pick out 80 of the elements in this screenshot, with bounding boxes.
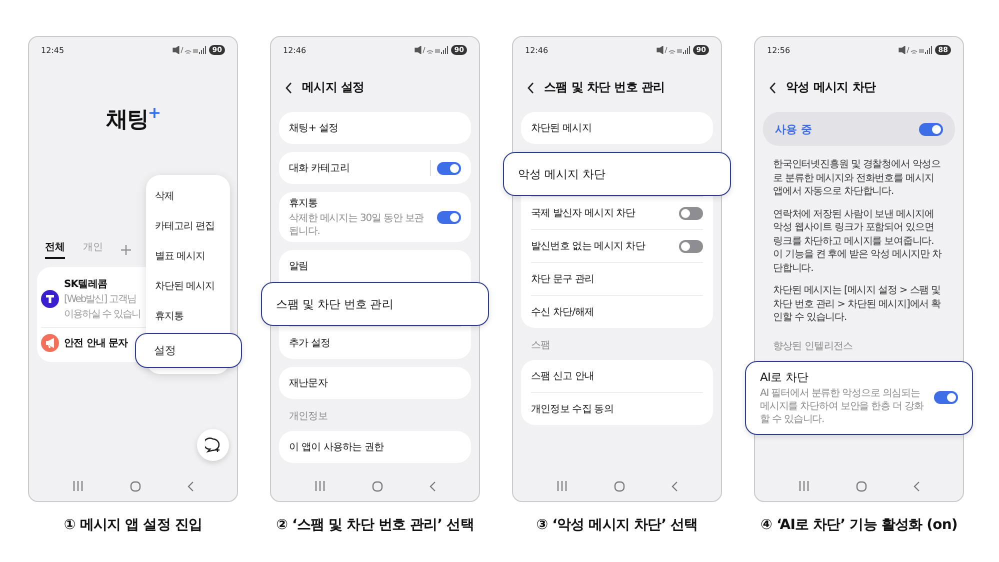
screen-title: 스팸 및 차단 번호 관리 [544,79,665,96]
highlight-callout[interactable]: 설정 [135,333,242,368]
setting-label[interactable]: 수신 차단/해제 [531,305,594,319]
megaphone-icon [44,338,56,348]
recent-apps-icon[interactable] [556,481,568,491]
status-time: 12:46 [283,46,306,54]
step-caption: ③ ‘악성 메시지 차단’ 선택 [536,516,698,534]
back-icon[interactable] [671,480,678,492]
compose-button[interactable] [197,429,229,461]
description-text: 연락처에 저장된 사람이 보낸 메시지에 악성 웹사이트 링크가 포함되어 있으면 링크를 차단하고 메시지를 보여줍니다. 이 기능을 켠 후에 받은 악성 메시지만 차단합니다. [773,208,943,275]
setting-label[interactable]: 발신번호 없는 메시지 차단 [531,239,645,253]
status-time: 12:45 [41,46,64,54]
menu-item[interactable]: 휴지통 [146,301,230,331]
menu-item[interactable]: 삭제 [146,181,230,211]
master-switch-card[interactable]: 사용 중 [763,112,955,146]
setting-label[interactable]: 이 앱이 사용하는 권한 [289,440,384,454]
setting-label[interactable]: 개인정보 수집 동의 [531,402,614,416]
home-icon[interactable] [614,480,625,492]
section-header: 향상된 인텔리전스 [772,340,854,352]
highlight-callout[interactable]: 스팸 및 차단 번호 관리 [261,282,489,326]
step-caption: ② ‘스팸 및 차단 번호 관리’ 선택 [276,516,474,534]
highlight-callout[interactable]: AI로 차단 AI 필터에서 분류한 악성으로 의심되는 메시지를 차단하여 보안을 한층 더 강화할 수 있습니다. [745,360,973,434]
status-time: 12:46 [525,46,548,54]
setting-label[interactable]: 국제 발신자 메시지 차단 [531,206,636,220]
tower-icon [45,294,55,304]
message-preview: [Web발신] 고객님 [64,293,137,306]
status-icons-drawing [414,46,448,54]
toggle-switch[interactable] [934,391,958,404]
screen-title: 메시지 설정 [302,79,364,96]
section-header: 개인정보 [288,410,328,423]
setting-label[interactable]: 휴지통 [289,196,431,210]
menu-item[interactable]: 차단된 메시지 [146,271,230,301]
chat-bubble-icon [205,437,221,453]
status-icons-drawing [656,46,690,54]
status-time: 12:56 [767,46,790,54]
back-icon[interactable] [913,480,920,492]
description-text: 한국인터넷진흥원 및 경찰청에서 악성으로 분류한 메시지와 전화번호를 메시지 앱에서 자동으로 차단합니다. [773,158,942,198]
step-caption: ① 메시지 앱 설정 진입 [64,516,202,534]
section-header: 스팸 [530,339,552,352]
toggle-switch[interactable] [919,122,943,136]
setting-label: 악성 메시지 차단 [518,166,606,182]
toggle-switch[interactable] [679,240,703,252]
screen-title: 악성 메시지 차단 [786,79,876,96]
status-icons-drawing [172,46,206,54]
setting-label[interactable]: 차단 문구 관리 [531,272,594,286]
toggle-switch[interactable] [437,210,461,224]
setting-description: AI 필터에서 분류한 악성으로 의심되는 메시지를 차단하여 보안을 한층 더 강화할 수 있습니다. [760,386,925,426]
highlight-callout[interactable]: 악성 메시지 차단 [503,152,731,196]
sender-name: SK텔레콤 [64,278,108,292]
toggle-switch[interactable] [679,206,703,220]
step-caption: ④ ‘AI로 차단’ 기능 활성화 (on) [760,516,958,534]
setting-label[interactable]: 스팸 신고 안내 [531,369,594,383]
toggle-switch[interactable] [437,162,461,174]
setting-label[interactable]: 차단된 메시지 [531,121,592,135]
master-switch-label: 사용 중 [775,122,812,136]
setting-description: 삭제한 메시지는 30일 동안 보관됩니다. [289,212,425,238]
home-icon[interactable] [130,480,141,492]
home-icon[interactable] [856,480,867,492]
menu-item[interactable]: 카테고리 편집 [146,211,230,241]
setting-label[interactable]: 알림 [289,259,308,273]
back-icon[interactable] [429,480,436,492]
recent-apps-icon[interactable] [798,481,810,491]
setting-label[interactable]: 대화 카테고리 [289,161,350,175]
setting-label: AI로 차단 [760,370,810,384]
back-icon[interactable] [187,480,194,492]
recent-apps-icon[interactable] [314,481,326,491]
setting-label: 스팸 및 차단 번호 관리 [276,296,394,312]
recent-apps-icon[interactable] [72,481,84,491]
plus-icon[interactable] [121,244,131,255]
home-icon[interactable] [372,480,383,492]
setting-label[interactable]: 재난문자 [289,376,328,390]
status-icons-drawing [898,46,932,54]
app-logo: 채팅$^{+}$ [106,103,160,134]
sender-name: 안전 안내 문자 [64,337,128,350]
message-preview: 이용하실 수 있습니 [64,308,140,322]
category-tab[interactable]: 전체 [45,240,65,260]
setting-label[interactable]: 채팅+ 설정 [289,121,338,135]
description-text: 차단된 메시지는 [메시지 설정 > 스팸 및 차단 번호 관리 > 차단된 메시지]에서 확인할 수 있습니다. [773,284,942,324]
setting-label[interactable]: 추가 설정 [289,336,330,350]
menu-item[interactable]: 별표 메시지 [146,241,230,271]
